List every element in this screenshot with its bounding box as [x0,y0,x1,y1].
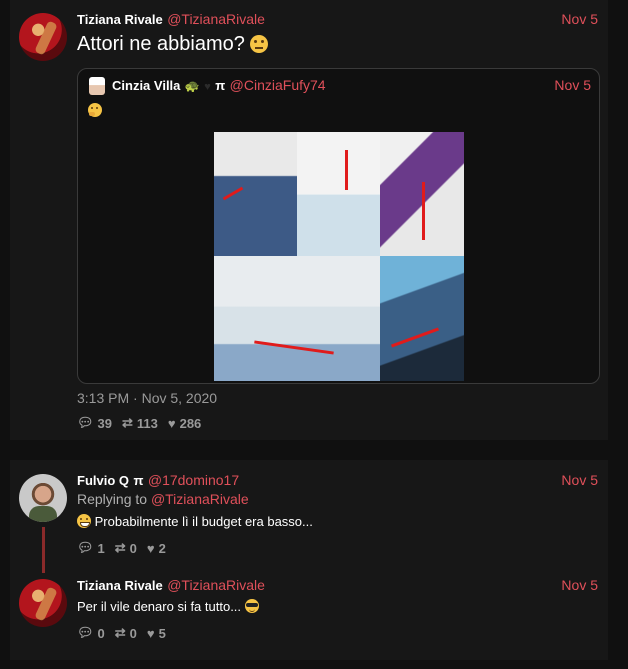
quoted-tweet-header: Cinzia Villa 🐢 ♥ π @CinziaFufy74 [112,77,326,95]
reply-1-author-name[interactable]: Fulvio Q [77,473,129,488]
retweet-icon: ⇄ [121,415,133,430]
tweet-date[interactable]: Nov 5 [561,11,598,27]
retweet-icon: ⇄ [114,540,126,555]
tweet-stats: 💬︎ 39 ⇄ 113 ♥ 286 [77,415,201,431]
black-heart-emoji-icon: ♥ [204,81,211,93]
retweet-icon: ⇄ [114,625,126,640]
reply-2-like-value: 5 [158,625,166,641]
photo-elderly-doctor [214,132,297,256]
reply-2-date[interactable]: Nov 5 [561,577,598,593]
author-name[interactable]: Tiziana Rivale [77,12,163,27]
reply-count[interactable]: 💬︎ 39 [77,415,112,431]
quoted-author-handle[interactable]: @CinziaFufy74 [230,77,326,93]
quoted-author-name[interactable]: Cinzia Villa [112,78,180,93]
reply-1-avatar[interactable] [19,474,67,522]
quoted-tweet[interactable]: Cinzia Villa 🐢 ♥ π @CinziaFufy74 Nov 5 [77,68,600,384]
reply-1-reply-count[interactable]: 💬︎ 1 [77,540,105,556]
tweet-text: Attori ne abbiamo? [77,33,269,56]
replying-to-handle[interactable]: @TizianaRivale [151,491,249,507]
reply-2-author-handle[interactable]: @TizianaRivale [167,577,265,593]
reply-2-author-name[interactable]: Tiziana Rivale [77,578,163,593]
reply-2-stats: 💬︎ 0 ⇄ 0 ♥ 5 [77,625,166,641]
like-count-value: 286 [179,415,202,431]
thinking-emoji-icon [88,103,102,117]
reply-1-like-count[interactable]: ♥ 2 [147,541,166,556]
tweet-timestamp[interactable]: 3:13 PM · Nov 5, 2020 [77,390,217,406]
eye-roll-emoji-icon [250,35,269,53]
reply-1-author-suffix: π [133,473,144,488]
comment-icon: 💬︎ [77,540,94,555]
heart-icon: ♥ [146,625,155,641]
quoted-author-avatar [89,77,105,95]
sunglasses-emoji-icon [244,599,259,613]
reply-2-like-count[interactable]: ♥ 5 [147,626,166,641]
quoted-tweet-date[interactable]: Nov 5 [554,77,591,93]
reply-1-date[interactable]: Nov 5 [561,472,598,488]
quoted-author-suffix: π [215,78,226,93]
photo-medics-stretcher [380,132,464,256]
reply-2-retweet-value: 0 [129,625,137,641]
tweet-header: Tiziana Rivale @TizianaRivale [77,11,265,29]
reply-1-like-value: 2 [158,540,166,556]
quoted-tweet-text [88,102,102,120]
reply-1-stats: 💬︎ 1 ⇄ 0 ♥ 2 [77,540,166,556]
reply-2-reply-count[interactable]: 💬︎ 0 [77,625,105,641]
reply-1-text-content: Probabilmente lì il budget era basso... [94,514,313,529]
photo-collage[interactable] [214,132,464,381]
grin-sweat-emoji-icon [77,514,91,528]
photo-hospital-patient [214,256,380,381]
comment-icon: 💬︎ [77,625,94,640]
reply-1-retweet-value: 0 [129,540,137,556]
reply-2-text: Per il vile denaro si fa tutto... [77,599,259,614]
reply-1-retweet-count[interactable]: ⇄ 0 [115,540,137,556]
photo-car-swab [380,256,464,381]
heart-icon: ♥ [167,415,176,431]
reply-2-avatar[interactable] [19,579,67,627]
thread-connector-line [42,527,45,573]
reply-1-header: Fulvio Q π @17domino17 [77,472,239,490]
author-avatar[interactable] [19,13,67,61]
reply-1-author-handle[interactable]: @17domino17 [148,472,239,488]
reply-1-reply-value: 1 [97,540,105,556]
reply-2-header: Tiziana Rivale @TizianaRivale [77,577,265,595]
reply-2-retweet-count[interactable]: ⇄ 0 [115,625,137,641]
comment-icon: 💬︎ [77,415,94,430]
reply-2-text-content: Per il vile denaro si fa tutto... [77,599,242,614]
reply-2-reply-value: 0 [97,625,105,641]
replying-to-label: Replying to [77,491,148,507]
photo-patient-bed [297,132,380,256]
replying-to: Replying to @TizianaRivale [77,491,249,507]
tweet-text-content: Attori ne abbiamo? [77,33,245,55]
retweet-count[interactable]: ⇄ 113 [122,415,158,431]
author-handle[interactable]: @TizianaRivale [167,11,265,27]
reply-count-value: 39 [97,415,112,431]
reply-1-text: Probabilmente lì il budget era basso... [77,514,313,529]
retweet-count-value: 113 [136,415,158,431]
heart-icon: ♥ [146,540,155,556]
turtle-emoji-icon: 🐢 [184,79,200,93]
like-count[interactable]: ♥ 286 [168,416,201,431]
